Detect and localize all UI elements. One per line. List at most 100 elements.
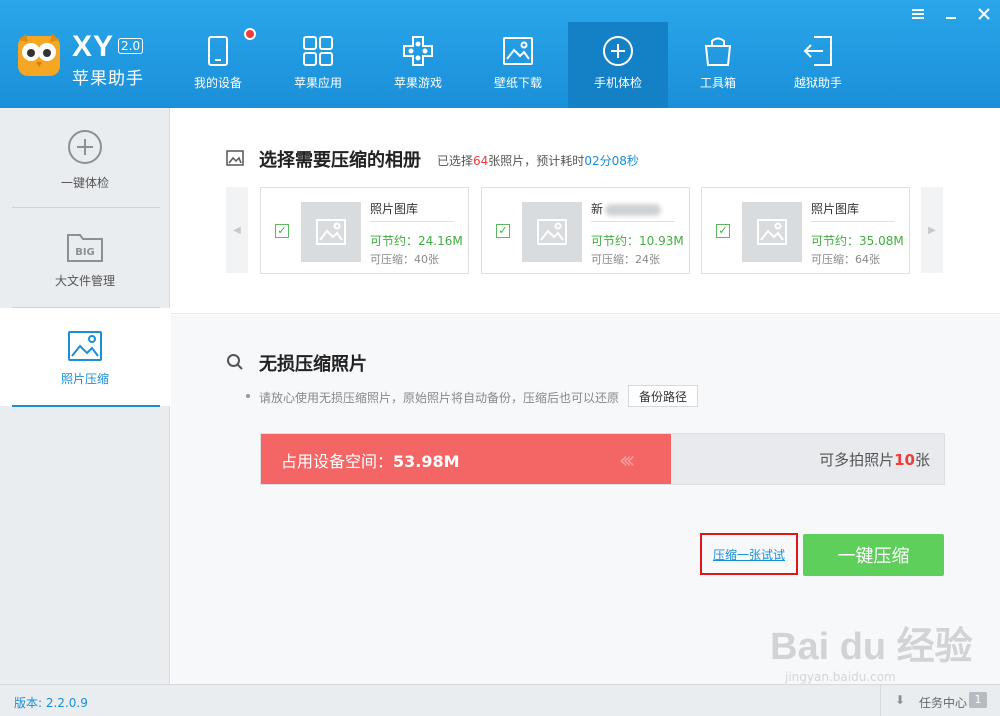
tablet-icon bbox=[208, 36, 228, 66]
storage-used-value: 53.98M bbox=[393, 452, 460, 471]
watermark-url: jingyan.baidu.com bbox=[785, 670, 896, 684]
divider bbox=[370, 221, 454, 222]
nav-label: 苹果游戏 bbox=[393, 76, 442, 90]
sidebar-item-label: 照片压缩 bbox=[60, 372, 109, 386]
nav-jailbreak[interactable]: 越狱助手 bbox=[768, 22, 868, 108]
nav-label: 手机体检 bbox=[593, 76, 642, 90]
album-card[interactable]: ✓ 照片图库 可节约：24.16M 可压缩：40张 bbox=[260, 187, 469, 274]
album-compressible-count: 可压缩：40张 bbox=[370, 253, 439, 266]
close-icon[interactable] bbox=[967, 0, 1000, 28]
exit-icon bbox=[803, 36, 832, 66]
gamepad-icon bbox=[403, 36, 433, 66]
chevron-right-icon: ▶ bbox=[928, 224, 936, 236]
album-savings: 可节约：10.93M bbox=[591, 234, 684, 248]
notification-dot bbox=[244, 28, 256, 40]
album-thumbnail bbox=[742, 202, 802, 262]
search-icon bbox=[227, 354, 243, 370]
menu-icon[interactable] bbox=[901, 0, 934, 28]
chevrons-decoration: ‹‹‹ bbox=[618, 446, 636, 474]
apps-grid-icon bbox=[303, 36, 333, 66]
sidebar-item-label: 大文件管理 bbox=[54, 274, 115, 288]
try-one-photo-link[interactable]: 压缩一张试试 bbox=[700, 533, 798, 575]
album-compressible-count: 可压缩：24张 bbox=[591, 253, 660, 266]
estimated-time: 02分08秒 bbox=[584, 154, 639, 168]
nav-label: 苹果应用 bbox=[293, 76, 342, 90]
album-name: 照片图库 bbox=[370, 202, 419, 216]
divider bbox=[811, 221, 895, 222]
top-nav: 我的设备 苹果应用 苹果游戏 壁纸下载 手机体检 工具箱 越狱助手 bbox=[168, 22, 868, 108]
nav-wallpaper[interactable]: 壁纸下载 bbox=[468, 22, 568, 108]
album-compressible-count: 可压缩：64张 bbox=[811, 253, 880, 266]
title-bar: XY2.0 苹果助手 我的设备 苹果应用 苹果游戏 壁纸下载 手机体检 工具箱 bbox=[0, 0, 1000, 108]
image-placeholder-icon bbox=[757, 219, 787, 245]
sidebar-item-label: 一键体检 bbox=[60, 176, 109, 190]
storage-bar-fill: 占用设备空间：53.98M ‹‹‹ bbox=[261, 434, 671, 484]
album-checkbox[interactable]: ✓ bbox=[496, 224, 510, 238]
album-card[interactable]: ✓ 新 可节约：10.93M 可压缩：24张 bbox=[481, 187, 690, 274]
storage-used: 占用设备空间：53.98M bbox=[281, 448, 460, 472]
scroll-right-button[interactable]: ▶ bbox=[921, 187, 943, 273]
task-center-button[interactable]: ⬇ 任务中心 1 bbox=[880, 685, 1000, 716]
album-name-text: 新 bbox=[591, 202, 604, 216]
nav-label: 我的设备 bbox=[193, 76, 242, 90]
image-placeholder-icon bbox=[316, 219, 346, 245]
extra-photos-unit: 张 bbox=[914, 451, 930, 469]
album-thumbnail bbox=[301, 202, 361, 262]
brand: XY 2.0 苹果助手 bbox=[72, 32, 144, 89]
baidu-watermark: Bai du 经验 bbox=[770, 626, 973, 668]
window-controls bbox=[901, 0, 1000, 28]
summary-text: 张照片，预计耗时 bbox=[488, 154, 585, 168]
album-name: 新 bbox=[591, 200, 662, 217]
nav-apple-games[interactable]: 苹果游戏 bbox=[368, 22, 468, 108]
album-savings: 可节约：24.16M bbox=[370, 234, 463, 248]
plus-circle-icon bbox=[68, 130, 102, 164]
section-title: 无损压缩照片 bbox=[259, 354, 367, 375]
bullet bbox=[246, 394, 250, 398]
download-arrow-icon: ⬇ bbox=[895, 693, 906, 707]
section-title: 选择需要压缩的相册 bbox=[259, 150, 421, 171]
selected-count: 64 bbox=[473, 154, 489, 168]
backup-path-button[interactable]: 备份路径 bbox=[628, 385, 698, 407]
nav-my-device[interactable]: 我的设备 bbox=[168, 22, 268, 108]
image-icon bbox=[503, 37, 533, 65]
brand-name: XY bbox=[72, 30, 115, 63]
album-savings: 可节约：35.08M bbox=[811, 234, 904, 248]
album-card[interactable]: ✓ 照片图库 可节约：35.08M 可压缩：64张 bbox=[701, 187, 910, 274]
storage-bar: 占用设备空间：53.98M ‹‹‹ 可多拍照片10张 bbox=[260, 433, 945, 485]
nav-label: 壁纸下载 bbox=[493, 76, 542, 90]
chevron-left-icon: ◀ bbox=[233, 224, 241, 236]
nav-label: 工具箱 bbox=[699, 76, 736, 90]
selection-summary: 已选择64张照片，预计耗时02分08秒 bbox=[437, 152, 639, 169]
sidebar-item-one-click-checkup[interactable]: 一键体检 bbox=[0, 120, 170, 218]
image-icon bbox=[226, 150, 244, 166]
album-checkbox[interactable]: ✓ bbox=[716, 224, 730, 238]
nav-phone-checkup[interactable]: 手机体检 bbox=[568, 22, 668, 108]
active-indicator bbox=[12, 405, 160, 407]
nav-toolbox[interactable]: 工具箱 bbox=[668, 22, 768, 108]
sidebar-item-photo-compress[interactable]: 照片压缩 bbox=[0, 308, 170, 406]
task-count-badge: 1 bbox=[969, 692, 987, 708]
svg-text:BIG: BIG bbox=[75, 247, 95, 258]
nav-apple-apps[interactable]: 苹果应用 bbox=[268, 22, 368, 108]
version-label: 版本: 2.2.0.9 bbox=[14, 696, 88, 710]
extra-photos-label: 可多拍照片 bbox=[819, 451, 895, 469]
nav-label: 越狱助手 bbox=[793, 76, 842, 90]
scroll-left-button[interactable]: ◀ bbox=[226, 187, 248, 273]
version-badge: 2.0 bbox=[118, 38, 144, 54]
extra-photos: 可多拍照片10张 bbox=[819, 449, 930, 470]
plus-circle-icon bbox=[603, 36, 633, 66]
sidebar-item-large-files[interactable]: BIG 大文件管理 bbox=[0, 220, 170, 318]
big-folder-icon: BIG bbox=[67, 234, 103, 262]
main-content: 选择需要压缩的相册 已选择64张照片，预计耗时02分08秒 ◀ ✓ 照片图库 可… bbox=[171, 108, 1000, 684]
image-placeholder-icon bbox=[537, 219, 567, 245]
toolbox-icon bbox=[704, 37, 732, 66]
divider bbox=[591, 221, 675, 222]
minimize-icon[interactable] bbox=[934, 0, 967, 28]
brand-subtitle: 苹果助手 bbox=[72, 69, 144, 89]
one-click-compress-button[interactable]: 一键压缩 bbox=[803, 534, 944, 576]
sidebar: 一键体检 BIG 大文件管理 照片压缩 bbox=[0, 108, 170, 684]
storage-used-label: 占用设备空间： bbox=[281, 452, 394, 471]
album-checkbox[interactable]: ✓ bbox=[275, 224, 289, 238]
task-center-label: 任务中心 bbox=[919, 696, 968, 710]
album-name: 照片图库 bbox=[811, 202, 860, 216]
